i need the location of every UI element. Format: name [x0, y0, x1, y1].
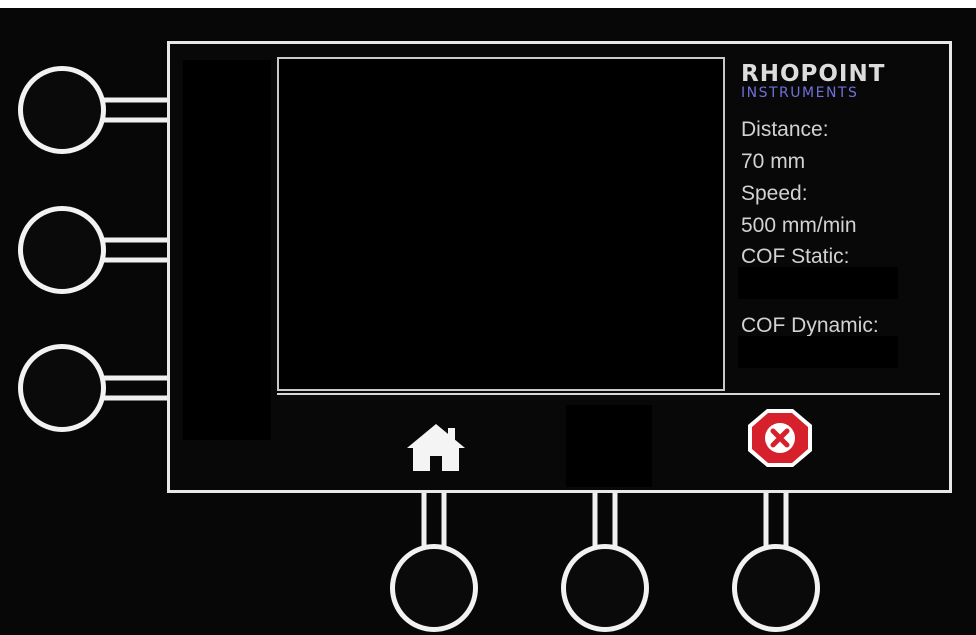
cof-static-label: COF Static: [741, 245, 850, 268]
left-soft-button-3[interactable] [18, 344, 106, 432]
cof-dynamic-value-box [738, 336, 898, 368]
home-icon[interactable] [405, 421, 467, 473]
blank-softkey-area [183, 60, 271, 440]
leader-line-left-1 [96, 97, 175, 123]
blank-softkey-area-bottom [566, 405, 652, 487]
speed-value: 500 mm/min [741, 214, 857, 237]
brand-subtitle: INSTRUMENTS [741, 85, 859, 101]
brand-name: RHOPOINT [741, 61, 886, 87]
distance-label: Distance: [741, 118, 829, 141]
distance-value: 70 mm [741, 150, 806, 173]
left-soft-button-2[interactable] [18, 206, 106, 294]
separator-line [277, 393, 940, 395]
home-soft-button[interactable] [390, 544, 478, 632]
speed-label: Speed: [741, 182, 808, 205]
cof-static-value-box [738, 267, 898, 299]
brand-logo: RHOPOINT INSTRUMENTS [741, 62, 929, 100]
instrument-screen: RHOPOINT INSTRUMENTS Distance: 70 mm Spe… [0, 0, 976, 635]
cancel-soft-button[interactable] [732, 544, 820, 632]
left-soft-button-1[interactable] [18, 66, 106, 154]
leader-line-left-3 [96, 375, 175, 401]
graph-area [277, 57, 725, 391]
cancel-icon[interactable] [745, 407, 815, 469]
leader-line-left-2 [96, 237, 175, 263]
bottom-soft-button-middle[interactable] [561, 544, 649, 632]
cof-dynamic-label: COF Dynamic: [741, 314, 879, 337]
